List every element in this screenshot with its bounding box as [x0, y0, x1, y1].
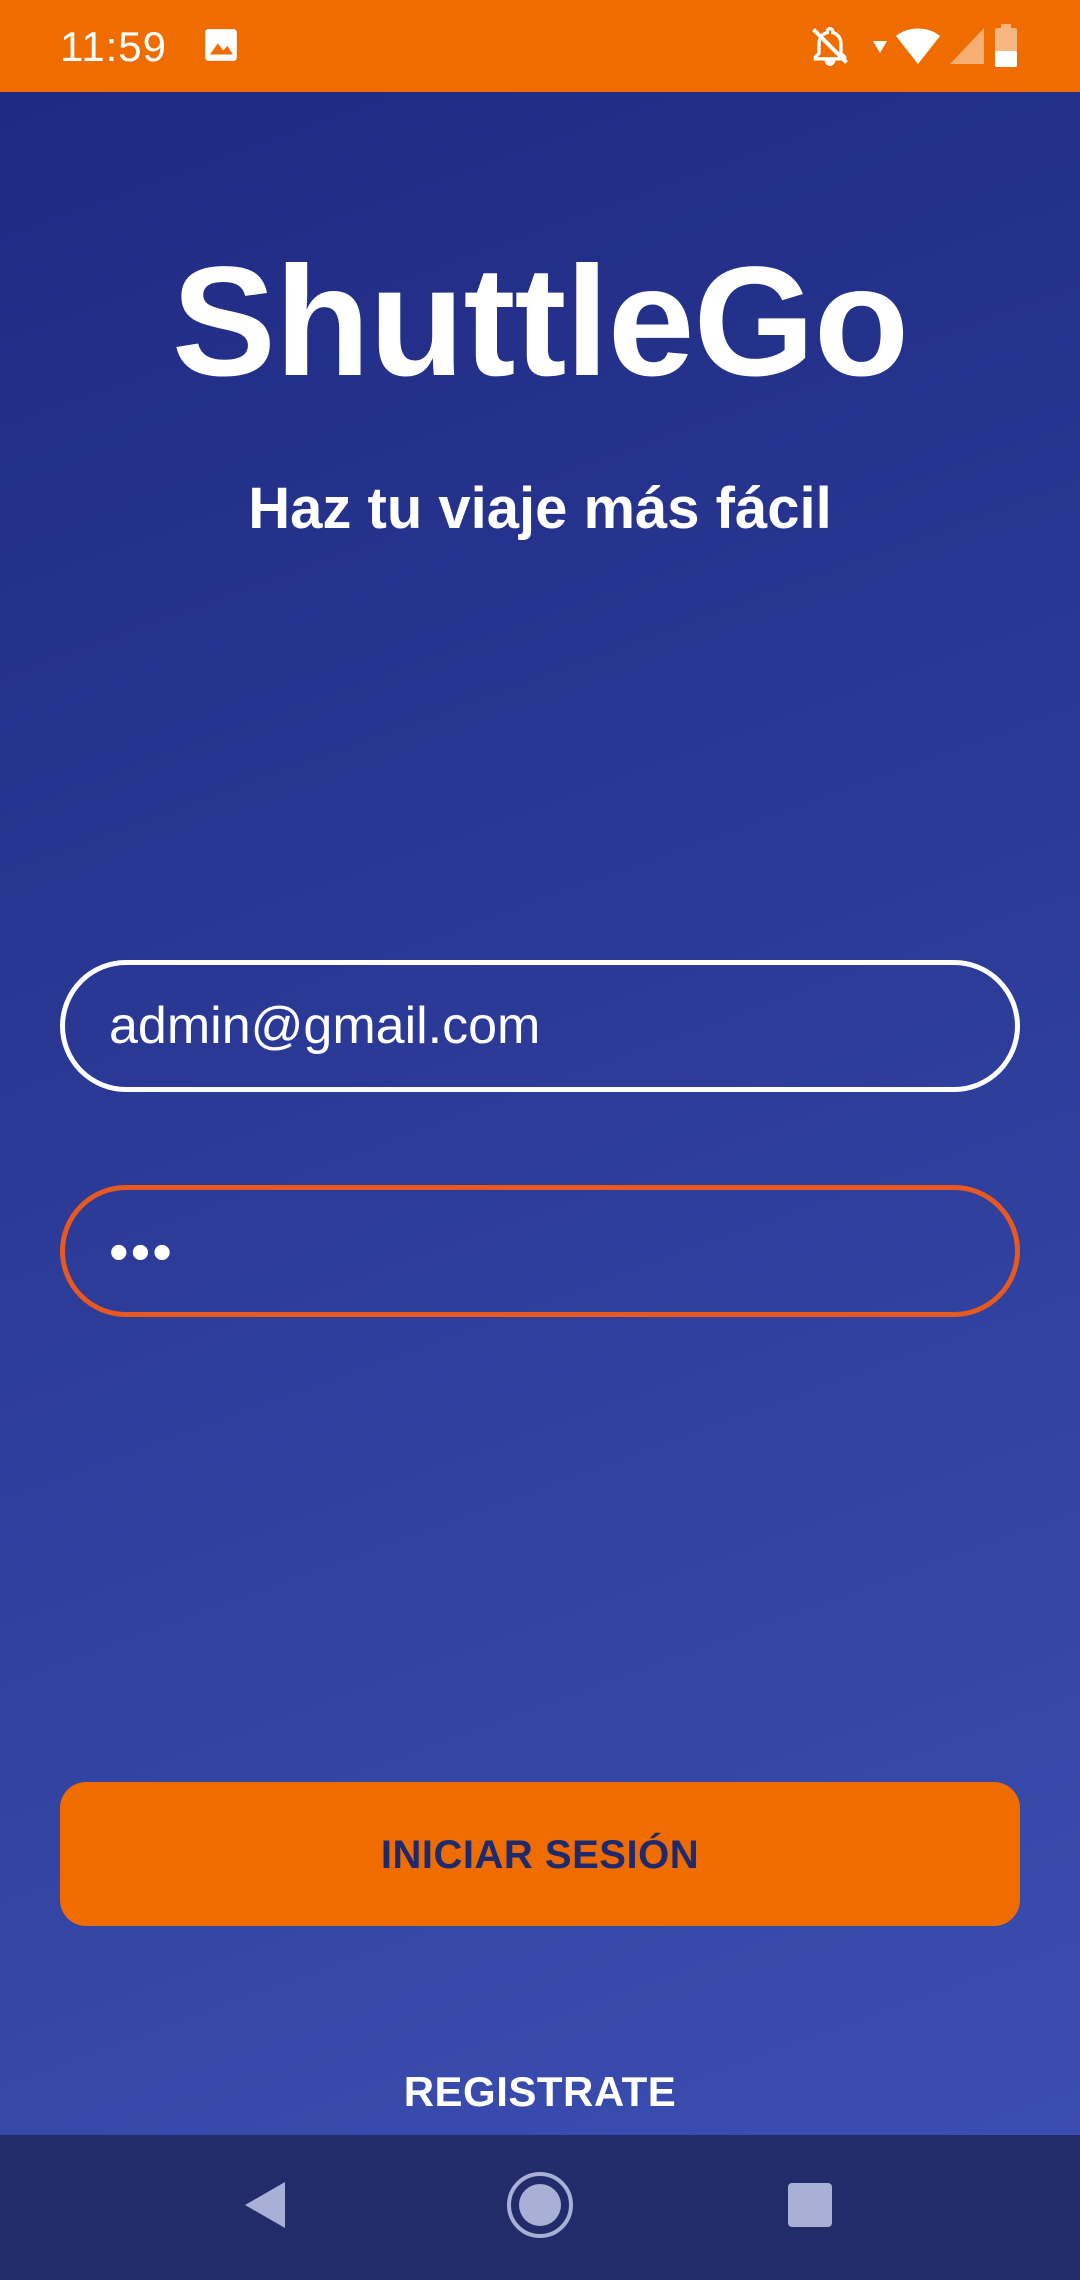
password-field[interactable] [60, 1185, 1020, 1317]
home-button[interactable] [490, 2157, 590, 2257]
wifi-dropdown-indicator-icon [872, 40, 888, 86]
wifi-icon [894, 24, 942, 70]
app-subtitle: Haz tu viaje más fácil [248, 476, 832, 541]
email-field[interactable] [60, 960, 1020, 1092]
notifications-off-icon [808, 24, 852, 70]
cell-signal-icon [948, 26, 986, 72]
back-icon [241, 2179, 291, 2236]
recents-icon [786, 2181, 834, 2234]
image-icon [202, 26, 240, 72]
recents-button[interactable] [760, 2157, 860, 2257]
back-button[interactable] [216, 2157, 316, 2257]
app-title: ShuttleGo [171, 235, 909, 409]
login-screen: 11:59 ShuttleGo Haz tu viaje más fácil a… [0, 0, 1080, 2280]
battery-icon [994, 24, 1018, 70]
status-bar: 11:59 [0, 0, 1080, 92]
register-link[interactable]: REGISTRATE [340, 2057, 740, 2127]
navigation-bar [0, 2135, 1080, 2280]
login-button[interactable]: INICIAR SESIÓN [60, 1782, 1020, 1926]
home-icon [505, 2170, 575, 2245]
status-time: 11:59 [60, 23, 167, 70]
login-content: ShuttleGo Haz tu viaje más fácil INICIAR… [0, 92, 1080, 2135]
